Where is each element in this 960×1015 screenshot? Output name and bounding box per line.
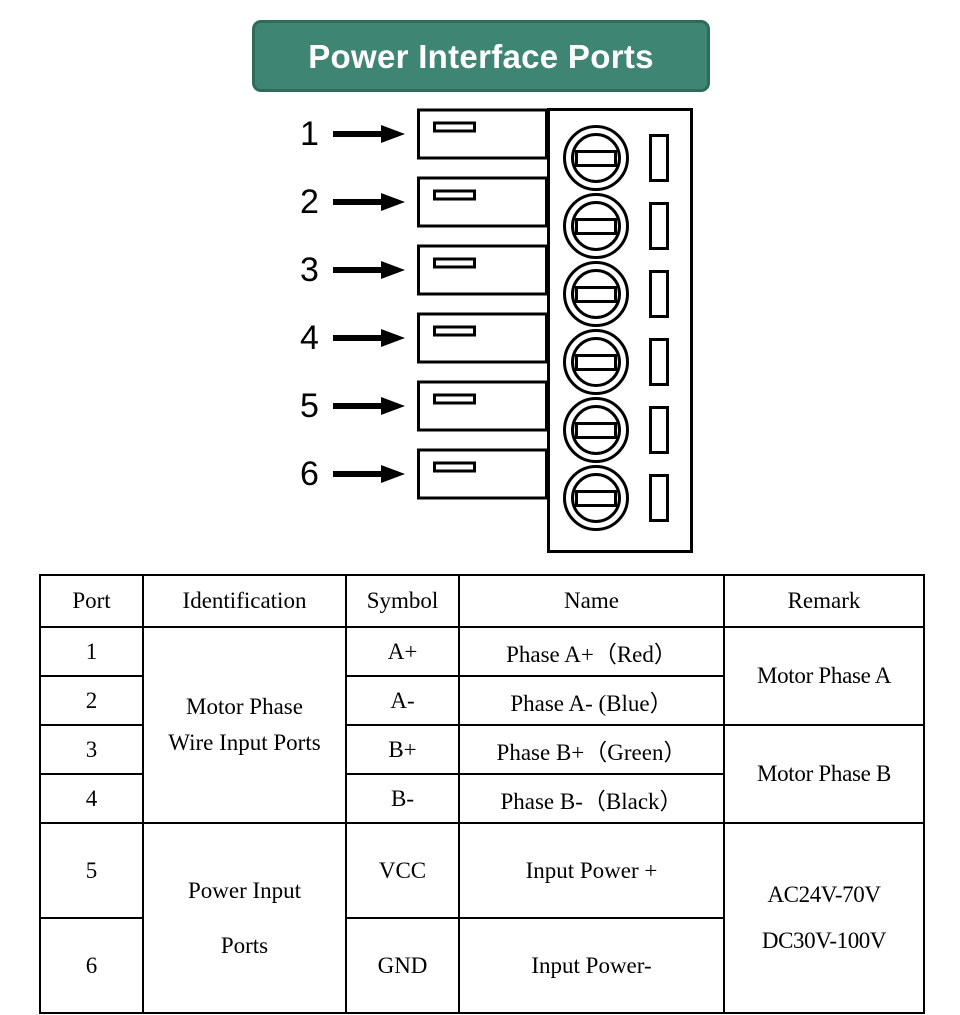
cell-port-5: 5 (39, 822, 144, 919)
cell-symbol-3: B+ (345, 724, 460, 775)
port-number-label-1: 1 (300, 115, 319, 153)
identification-line-1: Motor Phase (186, 694, 303, 720)
cell-port-1: 1 (39, 626, 144, 677)
screw-slot (575, 354, 617, 371)
cell-symbol-2: A- (345, 675, 460, 726)
port-number-label-5: 5 (300, 387, 319, 425)
screw-terminal-6 (563, 465, 629, 531)
arrow-right-icon (333, 465, 405, 483)
cell-name-6: Input Power- (458, 917, 725, 1014)
cell-remark-phase-a: Motor Phase A (723, 626, 925, 726)
arrow-head (381, 397, 405, 415)
wire-entry-slot (433, 393, 476, 405)
wire-entry-box (417, 244, 548, 296)
column-header-symbol: Symbol (345, 574, 460, 628)
pin-slot-1 (649, 134, 669, 182)
cell-port-4: 4 (39, 773, 144, 824)
cell-identification-motor: Motor Phase Wire Input Ports (142, 626, 347, 824)
column-header-port: Port (39, 574, 144, 628)
remark-voltage-dc: DC30V-100V (761, 928, 887, 953)
arrow-right-icon (333, 261, 405, 279)
cell-symbol-6: GND (345, 917, 460, 1014)
arrow-right-icon (333, 329, 405, 347)
page-title: Power Interface Ports (308, 37, 654, 75)
screw-terminal-3 (563, 261, 629, 327)
wire-entry-box (417, 108, 548, 160)
cell-name-3: Phase B+（Green） (458, 724, 725, 775)
screw-terminal-4 (563, 329, 629, 395)
remark-voltage-ac: AC24V-70V (767, 882, 881, 907)
cell-port-2: 2 (39, 675, 144, 726)
cell-identification-power: Power Input Ports (142, 822, 347, 1014)
cell-name-2: Phase A- (Blue） (458, 675, 725, 726)
identification-line-2: Ports (220, 933, 269, 958)
pin-slot-3 (649, 270, 669, 318)
wire-entry-slot (433, 325, 476, 337)
pin-slot-5 (649, 406, 669, 454)
arrow-shaft (333, 267, 385, 273)
screw-slot (575, 422, 617, 439)
wire-entry-box (417, 380, 548, 432)
wire-entry-box (417, 448, 548, 500)
port-number-label-3: 3 (300, 251, 319, 289)
table-row: 1 Motor Phase Wire Input Ports A+ Phase … (39, 626, 925, 824)
column-header-remark: Remark (723, 574, 925, 628)
port-definition-table: Port Identification Symbol Name Remark 1… (39, 574, 925, 1014)
arrow-right-icon (333, 125, 405, 143)
table-header-row: Port Identification Symbol Name Remark (39, 574, 925, 628)
screw-slot (575, 218, 617, 235)
arrow-shaft (333, 471, 385, 477)
arrow-head (381, 125, 405, 143)
pin-slot-4 (649, 338, 669, 386)
wire-entry-slot (433, 461, 476, 473)
cell-symbol-1: A+ (345, 626, 460, 677)
cell-name-1: Phase A+（Red） (458, 626, 725, 677)
cell-symbol-5: VCC (345, 822, 460, 919)
cell-port-3: 3 (39, 724, 144, 775)
pin-slot-6 (649, 474, 669, 522)
screw-slot (575, 150, 617, 167)
arrow-head (381, 193, 405, 211)
screw-terminal-5 (563, 397, 629, 463)
terminal-block-housing (547, 108, 693, 553)
identification-line-2: Wire Input Ports (168, 730, 321, 755)
identification-line-1: Power Input (187, 877, 302, 903)
column-header-name: Name (458, 574, 725, 628)
pin-slot-2 (649, 202, 669, 250)
page-title-banner: Power Interface Ports (252, 20, 710, 92)
arrow-right-icon (333, 397, 405, 415)
port-number-label-4: 4 (300, 319, 319, 357)
cell-port-6: 6 (39, 917, 144, 1014)
arrow-head (381, 465, 405, 483)
arrow-shaft (333, 335, 385, 341)
cell-symbol-4: B- (345, 773, 460, 824)
wire-entry-box (417, 176, 548, 228)
arrow-right-icon (333, 193, 405, 211)
cell-name-4: Phase B-（Black） (458, 773, 725, 824)
screw-slot (575, 490, 617, 507)
screw-terminal-1 (563, 125, 629, 191)
wire-entry-box (417, 312, 548, 364)
connector-diagram: 1 2 3 4 5 6 (0, 100, 960, 565)
arrow-head (381, 261, 405, 279)
wire-entry-slot (433, 121, 476, 133)
cell-remark-power: AC24V-70V DC30V-100V (723, 822, 925, 1014)
screw-slot (575, 286, 617, 303)
port-number-label-2: 2 (300, 183, 319, 221)
wire-entry-slot (433, 189, 476, 201)
cell-name-5: Input Power + (458, 822, 725, 919)
screw-terminal-2 (563, 193, 629, 259)
arrow-shaft (333, 403, 385, 409)
table-row: 5 Power Input Ports VCC Input Power + AC… (39, 822, 925, 1014)
column-header-identification: Identification (142, 574, 347, 628)
port-number-label-6: 6 (300, 455, 319, 493)
arrow-shaft (333, 131, 385, 137)
cell-remark-phase-b: Motor Phase B (723, 724, 925, 824)
arrow-head (381, 329, 405, 347)
arrow-shaft (333, 199, 385, 205)
wire-entry-slot (433, 257, 476, 269)
